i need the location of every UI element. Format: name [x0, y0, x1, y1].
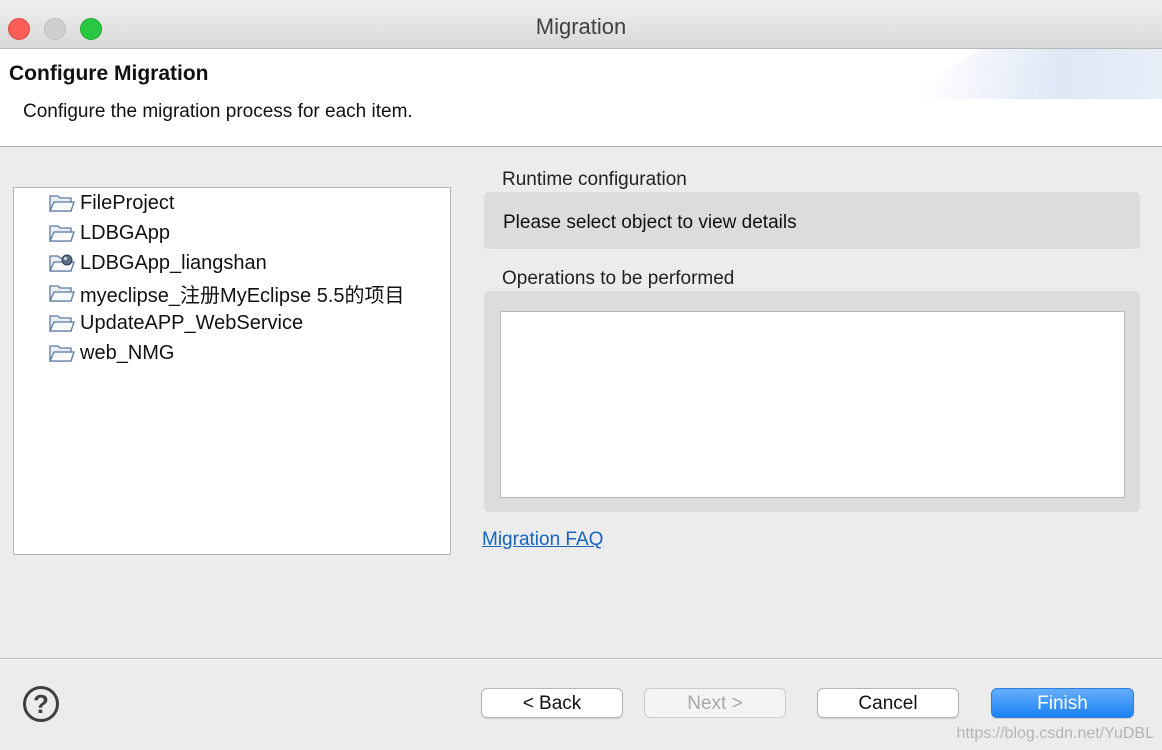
tree-item-label: FileProject: [80, 191, 175, 214]
runtime-config-panel: Please select object to view details: [484, 192, 1140, 249]
watermark-text: https://blog.csdn.net/YuDBL: [956, 725, 1154, 742]
folder-icon: [49, 315, 75, 332]
migration-dialog: Migration Configure Migration Configure …: [0, 0, 1162, 750]
tree-item-ldbgapp[interactable]: LDBGApp: [49, 219, 170, 247]
runtime-placeholder-text: Please select object to view details: [503, 212, 797, 233]
finish-button[interactable]: Finish: [991, 688, 1134, 718]
project-tree[interactable]: FileProject LDBGApp LDBGApp_liangshan my…: [13, 187, 451, 555]
tree-item-updateapp-webservice[interactable]: UpdateAPP_WebService: [49, 309, 303, 337]
window-title: Migration: [535, 14, 627, 39]
folder-icon: [49, 225, 75, 242]
runtime-config-label: Runtime configuration: [502, 169, 687, 190]
folder-icon: [49, 195, 75, 212]
wizard-header: Configure Migration Configure the migrat…: [0, 49, 1162, 147]
operations-label: Operations to be performed: [502, 268, 735, 289]
tree-item-label: UpdateAPP_WebService: [80, 311, 304, 334]
folder-icon: [49, 285, 75, 302]
title-bar: Migration: [0, 8, 1162, 49]
migration-faq-link[interactable]: Migration FAQ: [482, 529, 603, 551]
tree-item-label: web_NMG: [80, 341, 175, 364]
header-banner-decoration: [902, 49, 1162, 99]
next-button[interactable]: Next >: [644, 688, 786, 718]
footer-divider-highlight: [0, 659, 1162, 660]
operations-list[interactable]: [500, 311, 1125, 498]
help-icon[interactable]: ?: [23, 686, 59, 722]
tree-item-ldbgapp-liangshan[interactable]: LDBGApp_liangshan: [49, 249, 267, 277]
folder-icon: [49, 345, 75, 362]
folder-overlay-icon: [49, 254, 75, 272]
tree-item-myeclipse[interactable]: myeclipse_注册MyEclipse 5.5的项目: [49, 279, 405, 307]
cancel-button[interactable]: Cancel: [817, 688, 959, 718]
tree-item-fileproject[interactable]: FileProject: [49, 189, 174, 217]
tree-item-label: LDBGApp_liangshan: [80, 251, 267, 274]
tree-item-label: myeclipse_注册MyEclipse 5.5的项目: [80, 284, 405, 307]
back-button[interactable]: < Back: [481, 688, 623, 718]
page-description: Configure the migration process for each…: [23, 101, 413, 122]
operations-panel: [484, 291, 1140, 512]
tree-item-web-nmg[interactable]: web_NMG: [49, 339, 174, 367]
tree-item-label: LDBGApp: [80, 221, 171, 244]
page-title: Configure Migration: [9, 62, 209, 85]
